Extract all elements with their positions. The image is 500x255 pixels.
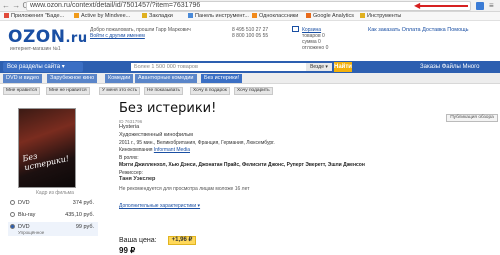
search-button[interactable]: Найти bbox=[334, 62, 352, 72]
bookmark-icon bbox=[306, 13, 311, 18]
product-type: Художественный кинофильм bbox=[119, 132, 193, 138]
radio-selected-icon[interactable] bbox=[10, 224, 15, 229]
breadcrumb: DVD и видео Зарубежное кино Комедии Аван… bbox=[0, 73, 500, 84]
price-label: Ваша цена: bbox=[119, 237, 157, 244]
product-title: Без истерики! bbox=[119, 101, 217, 116]
publish-review-button[interactable]: Публикация обзора bbox=[446, 114, 498, 122]
extension-icon[interactable] bbox=[476, 2, 484, 10]
bookmark-item[interactable]: Google Analytics bbox=[306, 12, 354, 21]
bookmarks-bar: Приложения "Баде... Active by Mindvee...… bbox=[0, 12, 500, 21]
bookmark-item[interactable]: Инструменты bbox=[360, 12, 401, 21]
phone-2: 8 800 100 05 55 bbox=[232, 33, 269, 39]
distributor-row: Кинокомпания Informant Media bbox=[119, 147, 190, 153]
age-restriction: Не рекомендуется для просмотра лицам мол… bbox=[119, 186, 250, 192]
bookmark-icon bbox=[74, 13, 79, 18]
format-option[interactable]: Blu-ray 435,10 руб. bbox=[8, 210, 98, 220]
radio-icon[interactable] bbox=[10, 212, 15, 217]
distributor-link[interactable]: Informant Media bbox=[154, 147, 190, 153]
product-meta: 2011 г., 95 мин., Великобритания, Франци… bbox=[119, 140, 275, 146]
cart-deferred: отложено 0 bbox=[302, 45, 329, 51]
search-input[interactable]: Более 1 500 000 товаров bbox=[131, 63, 306, 71]
format-option-selected[interactable]: DVD Упрощённое 99 руб. bbox=[8, 222, 98, 236]
hide-button[interactable]: Не показывать bbox=[144, 87, 183, 95]
cast-list[interactable]: Мэгги Джилленхол, Хью Дэнси, Джонатан Пр… bbox=[119, 162, 365, 169]
bookmark-icon bbox=[360, 13, 365, 18]
bookmark-icon bbox=[4, 13, 9, 18]
bookmark-icon bbox=[252, 13, 257, 18]
give-gift-button[interactable]: Хочу подарить bbox=[234, 87, 273, 95]
cart-icon[interactable] bbox=[292, 26, 299, 32]
bookmark-item[interactable]: Одноклассники bbox=[252, 12, 298, 21]
bookmark-item[interactable]: Закладки bbox=[142, 12, 173, 21]
bonus-badge: +1,96 ₽ bbox=[168, 236, 196, 245]
search-scope-select[interactable]: Везде ▾ bbox=[306, 63, 332, 71]
top-links[interactable]: Как заказать Оплата Доставка Помощь bbox=[368, 27, 469, 33]
browser-nav-buttons[interactable]: ← → C bbox=[2, 1, 28, 11]
breadcrumb-item[interactable]: Зарубежное кино bbox=[47, 74, 98, 83]
breadcrumb-item[interactable]: Авантюрные комедии bbox=[135, 74, 197, 83]
dislike-button[interactable]: Мне не нравится bbox=[46, 87, 90, 95]
cover-caption[interactable]: Кадр из фильма bbox=[36, 190, 74, 196]
breadcrumb-item[interactable]: DVD и видео bbox=[3, 74, 43, 83]
breadcrumb-item-current[interactable]: Без истерики! bbox=[201, 74, 243, 83]
user-action-buttons: Мне нравится Мне не нравится У меня это … bbox=[0, 86, 500, 96]
site-header: OZON.ru интернет-магазин №1 Добро пожало… bbox=[0, 21, 500, 61]
relogin-link[interactable]: Войти с другим именем bbox=[90, 33, 145, 39]
product-poster[interactable]: Без истерики! bbox=[18, 108, 76, 188]
poster-title: Без истерики! bbox=[21, 151, 70, 173]
main-nav: Все разделы сайта ▾ Более 1 500 000 това… bbox=[0, 61, 500, 73]
like-button[interactable]: Мне нравится bbox=[3, 87, 40, 95]
annotation-arrow-line bbox=[418, 5, 468, 7]
bookmark-icon bbox=[142, 13, 147, 18]
format-option[interactable]: DVD 374 руб. bbox=[8, 198, 98, 208]
radio-icon[interactable] bbox=[10, 200, 15, 205]
breadcrumb-item[interactable]: Комедии bbox=[105, 74, 134, 83]
browser-menu-icon[interactable]: ≡ bbox=[489, 1, 494, 11]
have-it-button[interactable]: У меня это есть bbox=[99, 87, 141, 95]
director-name[interactable]: Таня Уэкслер bbox=[119, 176, 155, 183]
original-title: Hysteria bbox=[119, 124, 140, 130]
browser-toolbar: ← → C www.ozon.ru/context/detail/id/7501… bbox=[0, 0, 500, 12]
cast-label: В ролях: bbox=[119, 155, 139, 161]
bookmark-item[interactable]: Active by Mindvee... bbox=[74, 12, 130, 21]
more-specs-link[interactable]: Дополнительные характеристики ▾ bbox=[119, 203, 200, 210]
bookmark-item[interactable]: Приложения "Баде... bbox=[4, 12, 64, 21]
nav-right-links[interactable]: Заказы Файлы Много bbox=[420, 61, 480, 73]
slogan: интернет-магазин №1 bbox=[10, 46, 61, 52]
all-sections-dropdown[interactable]: Все разделы сайта ▾ bbox=[3, 62, 83, 72]
annotation-arrow-head-icon: ◀ bbox=[414, 1, 421, 10]
want-gift-button[interactable]: Хочу в подарок bbox=[190, 87, 230, 95]
ozon-logo[interactable]: OZON.ru bbox=[8, 27, 88, 47]
address-bar[interactable]: www.ozon.ru/context/detail/id/7501457/?i… bbox=[26, 1, 471, 11]
bookmark-icon bbox=[188, 13, 193, 18]
bookmark-item[interactable]: Панель инструмент... bbox=[188, 12, 249, 21]
